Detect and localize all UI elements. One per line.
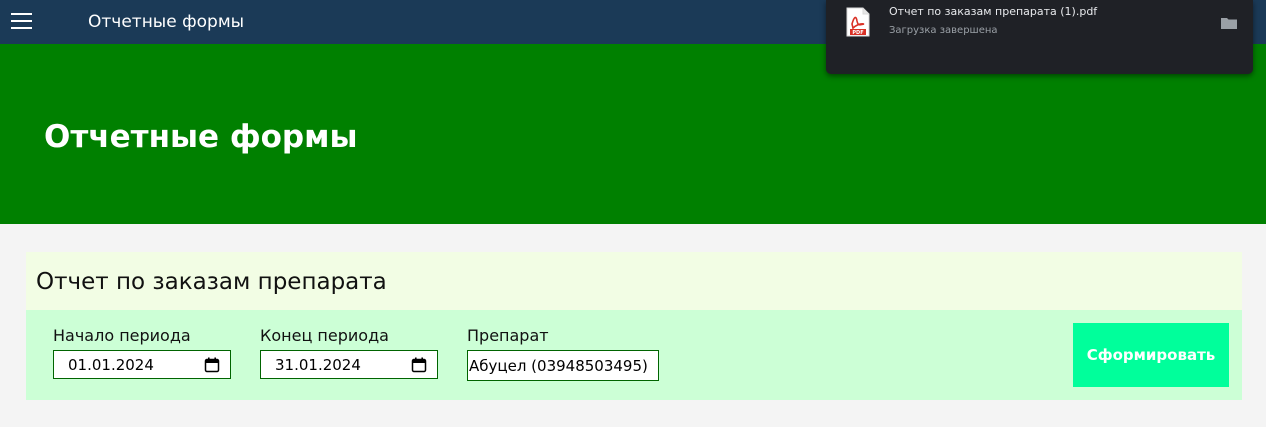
- start-date-label: Начало периода: [53, 326, 191, 345]
- download-filename[interactable]: Отчет по заказам препарата (1).pdf: [889, 4, 1097, 19]
- generate-report-button[interactable]: Сформировать: [1073, 323, 1229, 387]
- end-date-input[interactable]: 31.01.2024: [260, 350, 438, 379]
- page-title: Отчетные формы: [44, 119, 358, 155]
- report-card: Отчет по заказам препарата Начало период…: [26, 252, 1242, 400]
- end-date-field: Конец периода 31.01.2024: [260, 325, 438, 379]
- report-form: Начало периода 01.01.2024 Конец периода …: [26, 310, 1242, 400]
- app-title: Отчетные формы: [88, 12, 245, 32]
- calendar-icon[interactable]: [411, 357, 427, 373]
- download-notification: PDF Отчет по заказам препарата (1).pdf З…: [826, 0, 1253, 74]
- calendar-icon[interactable]: [204, 357, 220, 373]
- end-date-label: Конец периода: [260, 326, 389, 345]
- folder-icon[interactable]: [1221, 16, 1237, 30]
- start-date-value: 01.01.2024: [68, 356, 154, 374]
- pdf-file-icon: PDF: [846, 7, 870, 37]
- start-date-field: Начало периода 01.01.2024: [53, 325, 231, 379]
- report-title: Отчет по заказам препарата: [36, 269, 387, 295]
- start-date-input[interactable]: 01.01.2024: [53, 350, 231, 379]
- drug-field: Препарат Абуцел (03948503495): [467, 325, 659, 381]
- drug-value: Абуцел (03948503495): [469, 357, 648, 375]
- report-card-header: Отчет по заказам препарата: [26, 252, 1242, 310]
- end-date-value: 31.01.2024: [275, 356, 361, 374]
- drug-input[interactable]: Абуцел (03948503495): [467, 350, 659, 381]
- hamburger-menu-icon[interactable]: [11, 12, 32, 30]
- drug-label: Препарат: [467, 326, 549, 345]
- download-status: Загрузка завершена: [889, 25, 998, 36]
- svg-text:PDF: PDF: [852, 30, 863, 36]
